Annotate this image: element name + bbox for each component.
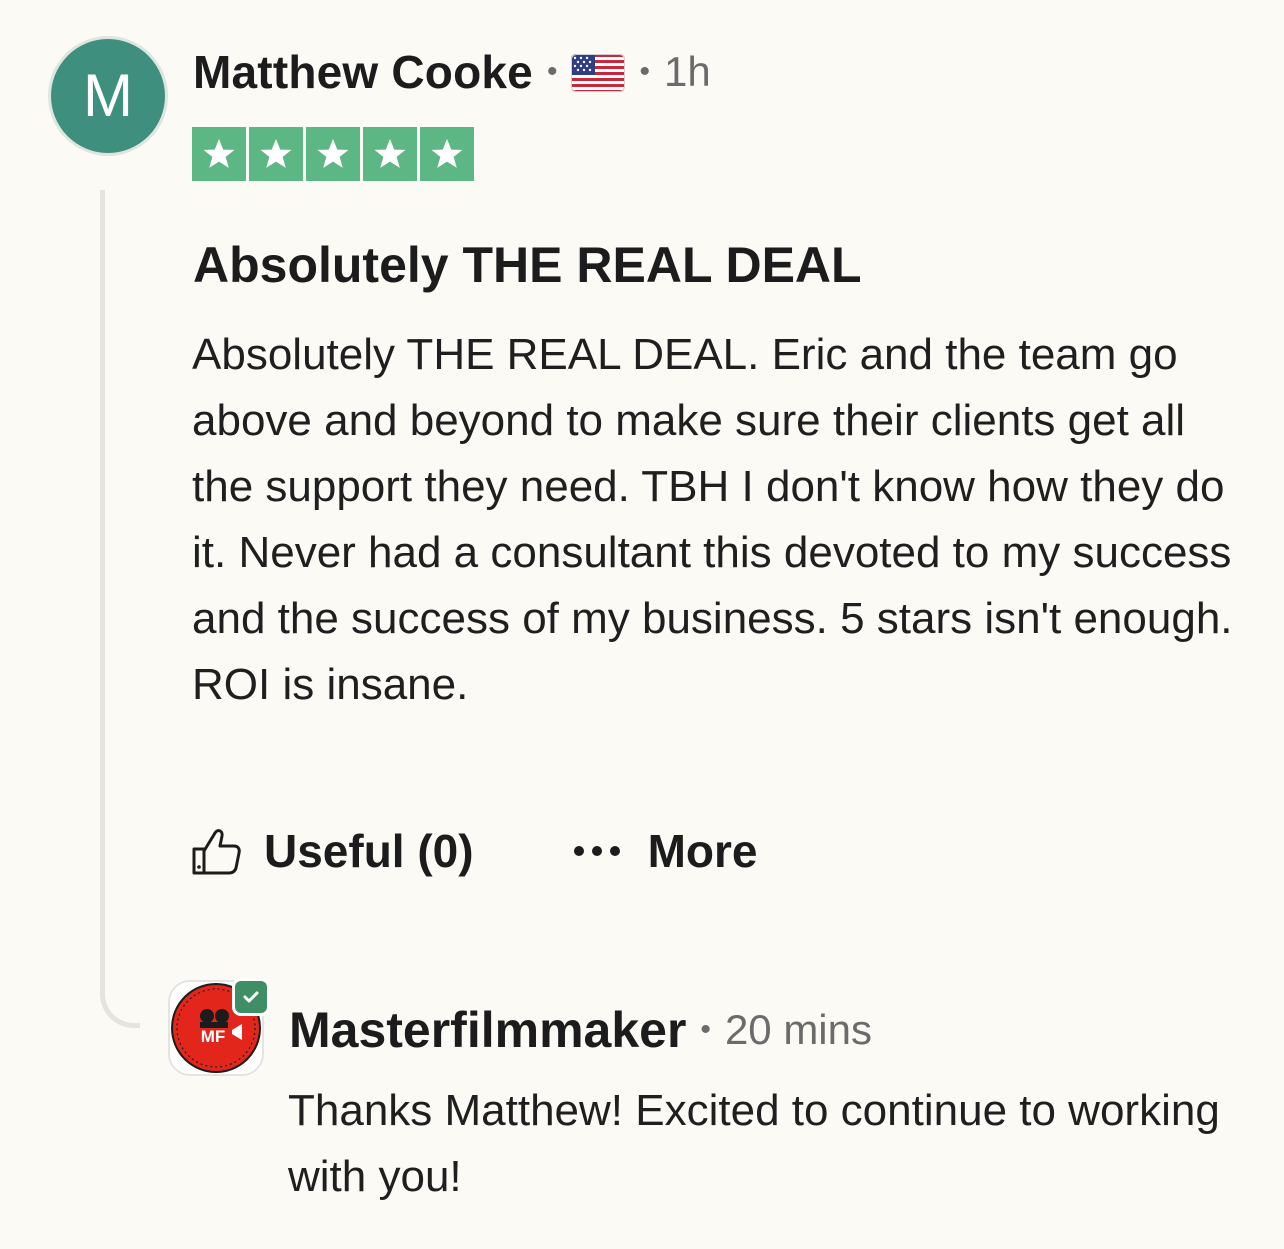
checkmark-icon — [243, 991, 259, 1003]
review-actions: Useful (0) More — [190, 820, 758, 882]
separator-dot: • — [700, 1013, 711, 1046]
us-flag-icon — [571, 54, 626, 92]
review-title: Absolutely THE REAL DEAL — [193, 237, 862, 293]
company-logo-text: MF — [201, 1027, 226, 1046]
thumbs-up-icon — [192, 829, 241, 875]
separator-dot: • — [639, 55, 650, 88]
review-card: M Matthew Cooke • • 1h Absolutely THE RE… — [0, 0, 1284, 1249]
reviewer-avatar[interactable]: M — [48, 36, 168, 156]
star-icon — [363, 127, 417, 181]
reply-body: Thanks Matthew! Excited to continue to w… — [288, 1086, 1220, 1201]
star-icon — [306, 127, 360, 181]
useful-button[interactable]: Useful (0) — [190, 824, 474, 878]
useful-label: Useful (0) — [264, 825, 474, 877]
separator-dot: • — [546, 55, 558, 88]
company-name[interactable]: Masterfilmmaker — [289, 1001, 686, 1059]
reply-thread-line — [100, 190, 140, 1028]
reviewer-name[interactable]: Matthew Cooke — [193, 45, 533, 99]
review-header: Matthew Cooke • • 1h — [193, 44, 711, 100]
star-icon — [192, 127, 246, 181]
star-icon — [420, 127, 474, 181]
reply-time: 20 mins — [724, 1006, 872, 1053]
star-rating — [192, 127, 474, 181]
more-label: More — [647, 825, 758, 877]
ellipsis-icon — [573, 846, 620, 856]
review-body: Absolutely THE REAL DEAL. Eric and the t… — [192, 330, 1233, 709]
reply-header: Masterfilmmaker • 20 mins — [289, 1000, 872, 1060]
star-icon — [249, 127, 303, 181]
more-button[interactable]: More — [474, 824, 758, 878]
review-time: 1h — [664, 48, 711, 95]
verified-badge — [232, 978, 270, 1016]
